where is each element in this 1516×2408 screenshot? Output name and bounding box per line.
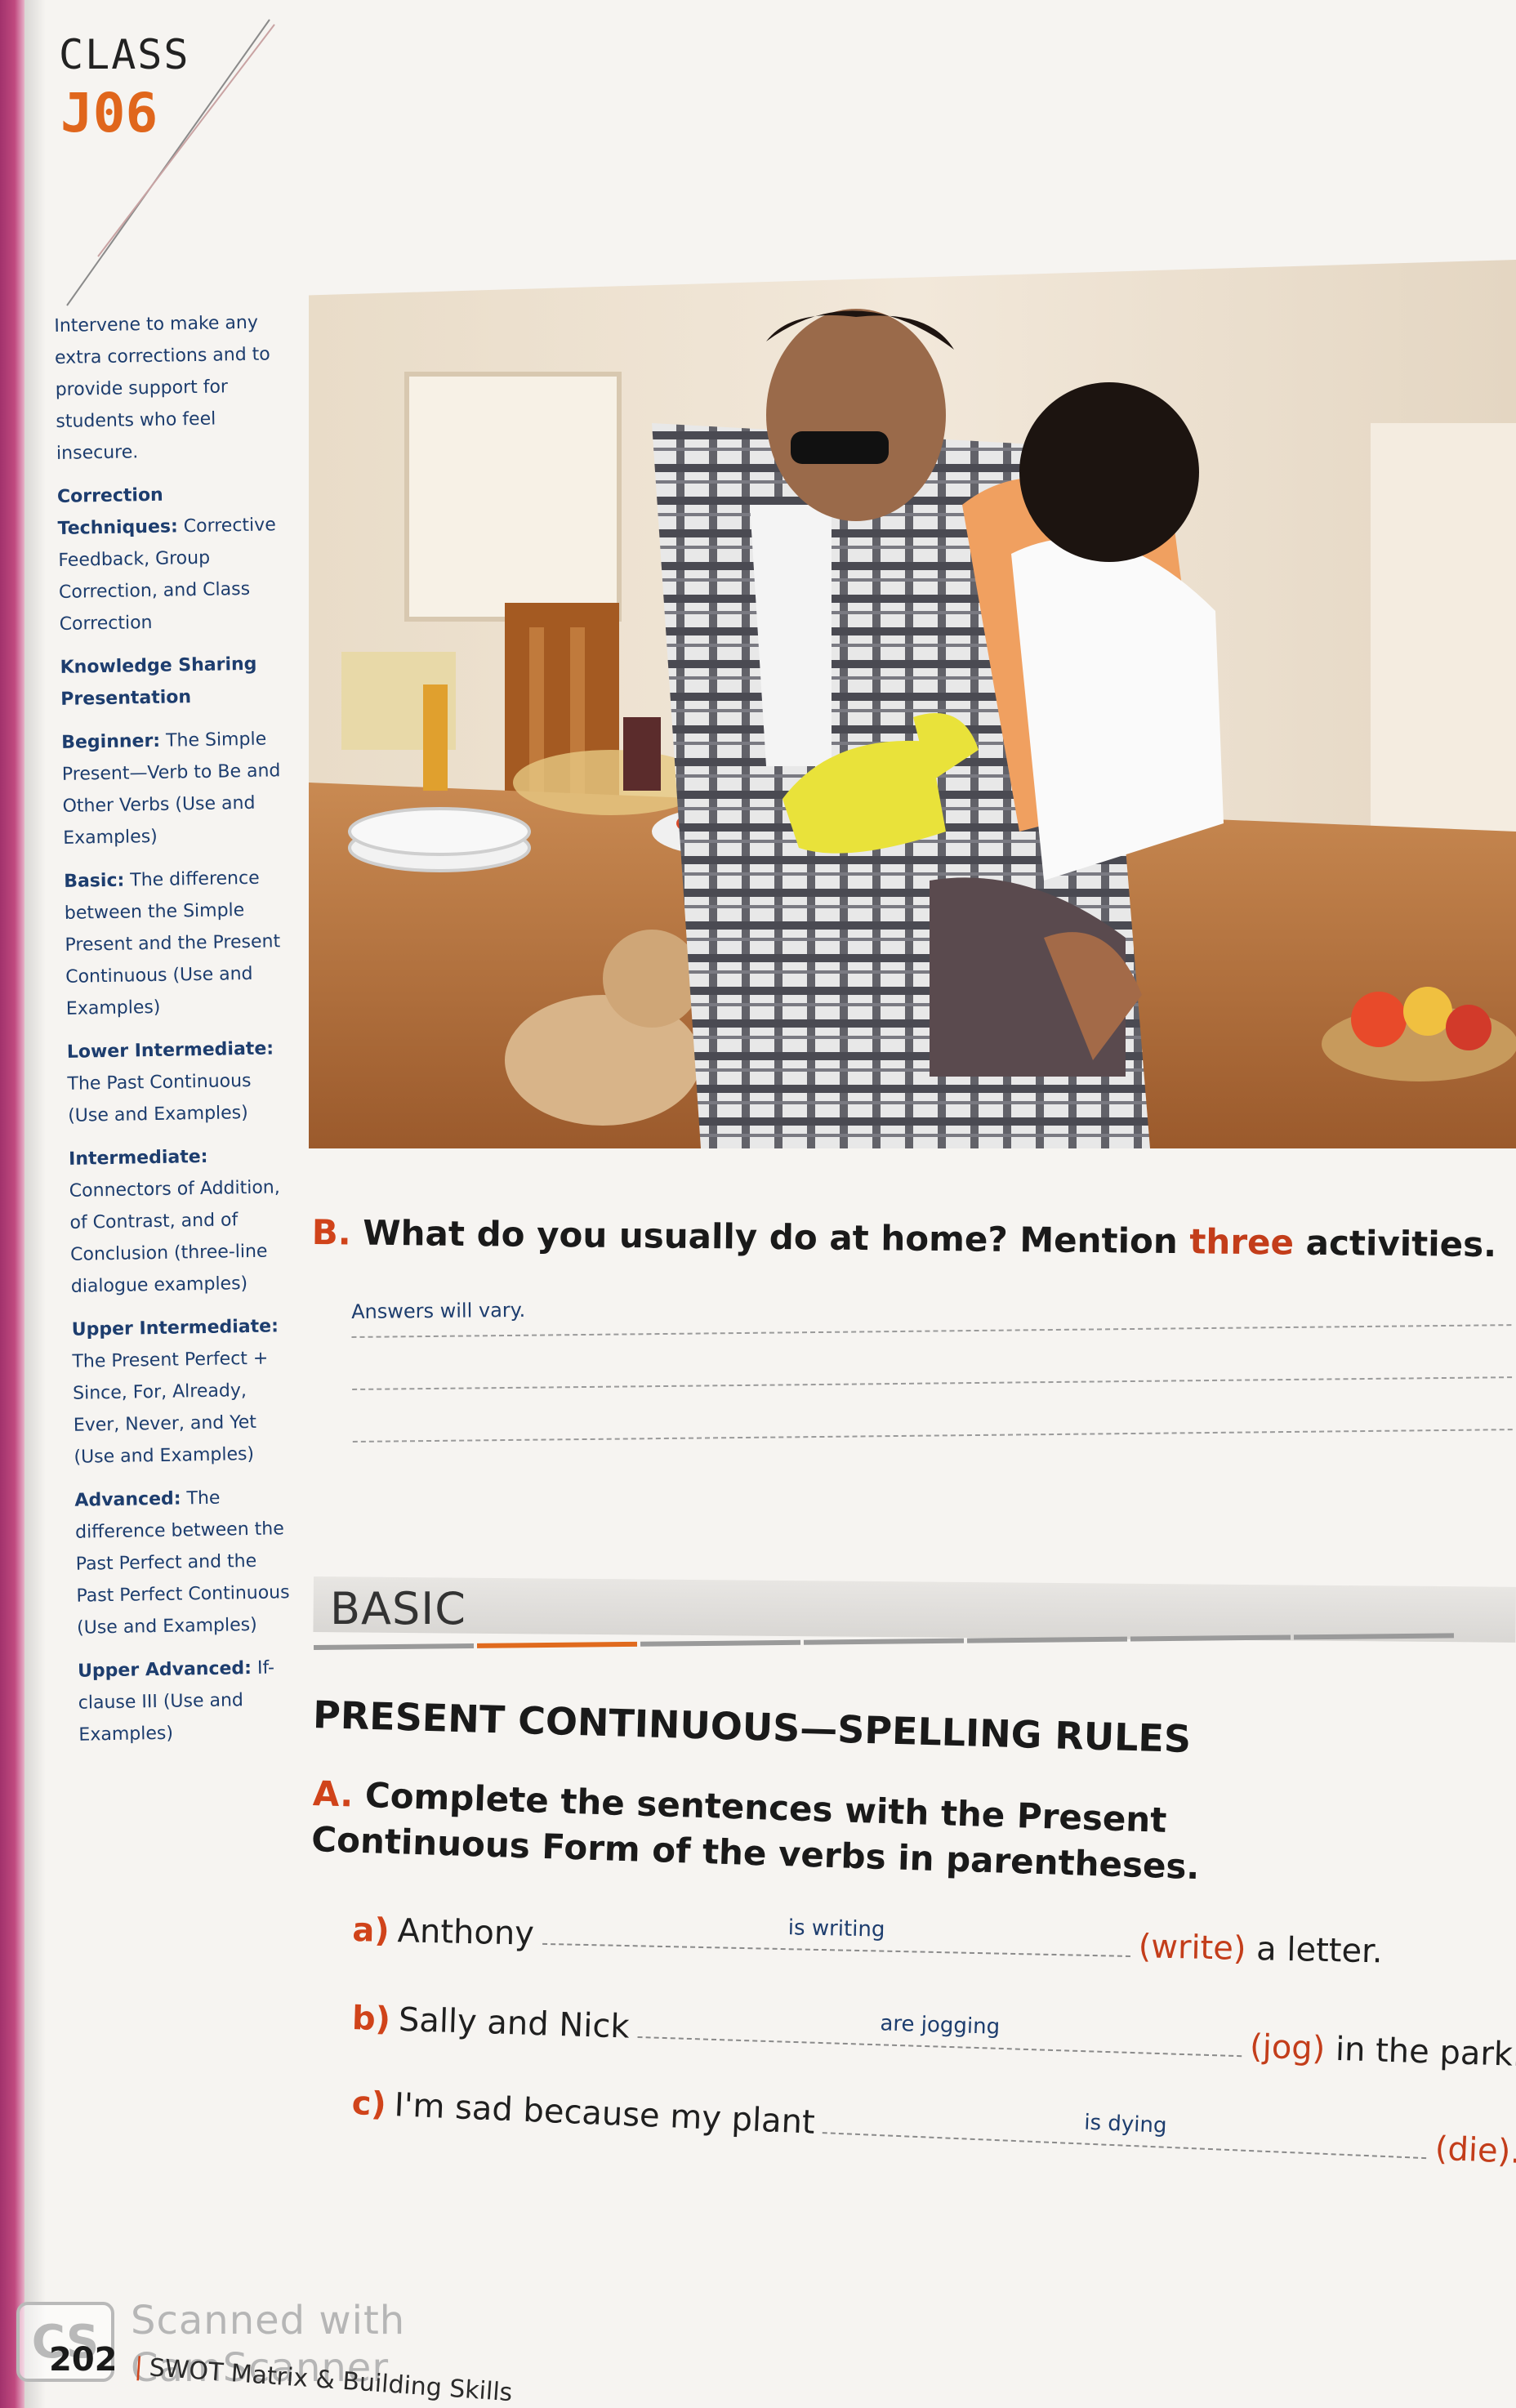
sidebar-note: Intervene to make any extra corrections …	[54, 306, 277, 470]
sidebar-note: Lower Intermediate: The Past Continuous …	[67, 1032, 289, 1132]
answer-text: is dying	[1083, 2110, 1168, 2138]
sidebar-note: Intermediate: Connectors of Addition, of…	[69, 1139, 292, 1303]
exercise-verb: (die).	[1434, 2129, 1516, 2171]
sidebar-note-heading: Upper Advanced:	[77, 1658, 252, 1682]
sidebar-note-heading: Knowledge Sharing Presentation	[60, 653, 257, 710]
sidebar-note-heading: Beginner:	[61, 730, 161, 753]
exercise-row-a: a) Anthony is writing (write) a letter.	[352, 1906, 1383, 1970]
exercise-label: c)	[350, 2084, 387, 2124]
sidebar-note: Advanced: The difference between the Pas…	[74, 1481, 297, 1644]
exercise-stem: I'm sad because my plant	[393, 2086, 816, 2142]
level-banner-band	[313, 1576, 1516, 1643]
page-number: 202	[49, 2341, 118, 2379]
spine-shadow	[25, 0, 46, 2408]
answer-text: are jogging	[880, 2011, 1001, 2040]
answer-blank[interactable]: is dying	[823, 2099, 1429, 2160]
question-b-text: What do you usually do at home? Mention	[363, 1212, 1179, 1262]
answer-note: Answers will vary.	[351, 1298, 526, 1323]
scanner-watermark-line1: Scanned with	[131, 2298, 406, 2343]
exercise-row-b: b) Sally and Nick are jogging (jog) in the …	[351, 1995, 1516, 2074]
answer-area: Answers will vary.	[351, 1288, 1513, 1443]
title-divider: |	[133, 2352, 145, 2382]
book-spine	[0, 0, 25, 2408]
sidebar-note: Upper Intermediate: The Present Perfect …	[71, 1310, 294, 1474]
answer-text: is writing	[787, 1915, 885, 1942]
textbook-page: CLASS J06 Intervene to make any extra co…	[0, 0, 1516, 2408]
exercise-label: a)	[351, 1911, 390, 1950]
decorative-diagonal-line	[66, 19, 275, 306]
sidebar-note-heading: Advanced:	[74, 1488, 181, 1511]
level-banner-label: BASIC	[330, 1583, 466, 1634]
question-b: B. What do you usually do at home? Menti…	[311, 1212, 1496, 1264]
sidebar-note: Basic: The difference between the Simple…	[64, 862, 287, 1025]
section-title: PRESENT CONTINUOUS—SPELLING RULES	[312, 1692, 1192, 1762]
exercise-label: b)	[351, 1999, 391, 2039]
exercise-ending: a letter.	[1255, 1930, 1384, 1971]
sidebar-note-heading: Intermediate:	[68, 1146, 208, 1170]
question-b-accent: three	[1189, 1221, 1295, 1263]
exercise-row-c: c) I'm sad because my plant is dying (die).	[351, 2080, 1516, 2171]
sidebar-note: Upper Advanced: If-clause III (Use and E…	[78, 1652, 300, 1751]
question-a-text: Complete the sentences with the Present …	[310, 1775, 1201, 1888]
sidebar-note-heading: Correction Techniques:	[56, 484, 179, 539]
sidebar-note-text: Connectors of Addition, of Contrast, and…	[69, 1177, 280, 1297]
question-a-letter: A.	[312, 1773, 354, 1815]
sidebar-note: Beginner: The Simple Present—Verb to Be …	[61, 723, 284, 854]
teacher-notes-sidebar: Intervene to make any extra corrections …	[54, 306, 300, 1762]
answer-blank[interactable]: are jogging	[637, 2003, 1243, 2058]
answer-blank[interactable]: is writing	[542, 1910, 1131, 1957]
question-b-text-end: activities.	[1305, 1222, 1497, 1265]
exercise-verb: (write)	[1138, 1928, 1246, 1968]
sidebar-note: Correction Techniques: Corrective Feedba…	[57, 477, 280, 640]
sidebar-note-heading: Lower Intermediate:	[66, 1038, 274, 1063]
exercise-stem: Anthony	[397, 1912, 535, 1953]
sidebar-note-text: The Past Continuous (Use and Examples)	[67, 1070, 252, 1126]
answer-line[interactable]	[352, 1376, 1513, 1390]
exercise-verb: (jog)	[1249, 2027, 1326, 2068]
exercise-stem: Sally and Nick	[398, 2000, 631, 2046]
answer-line[interactable]	[351, 1324, 1512, 1338]
sidebar-note-text: The difference between the Past Perfect …	[74, 1487, 290, 1639]
sidebar-note-heading: Upper Intermediate:	[71, 1316, 279, 1340]
question-a: A. Complete the sentences with the Prese…	[310, 1771, 1391, 1896]
sidebar-note-heading: Basic:	[63, 870, 125, 892]
answer-line[interactable]	[352, 1429, 1513, 1443]
photo-father-with-child	[309, 260, 1516, 1148]
exercise-ending: in the park.	[1335, 2030, 1516, 2075]
sidebar-note-text: Intervene to make any extra corrections …	[54, 312, 270, 464]
sidebar-note-text: The Present Perfect + Since, For, Alread…	[72, 1348, 269, 1468]
sidebar-note: Knowledge Sharing Presentation	[60, 648, 281, 716]
question-b-letter: B.	[311, 1212, 351, 1253]
